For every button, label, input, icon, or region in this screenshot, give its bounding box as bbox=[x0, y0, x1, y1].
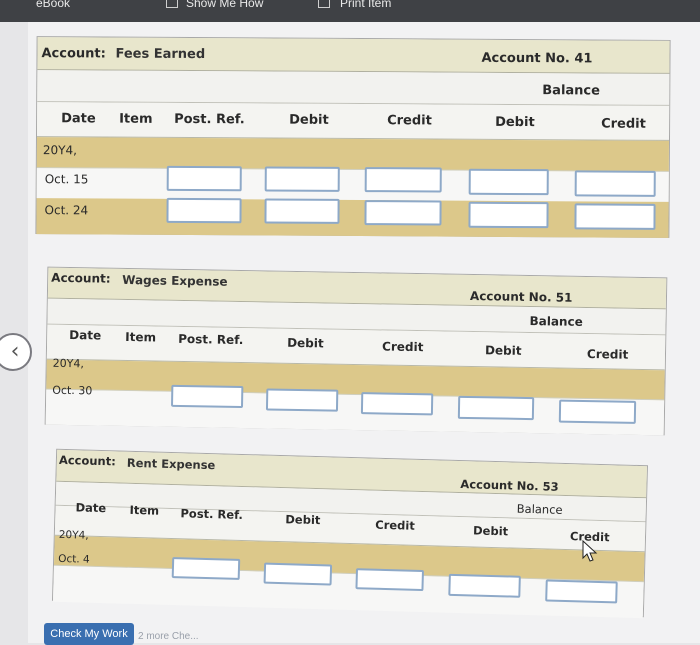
account-name: Fees Earned bbox=[115, 46, 206, 63]
col-item: Item bbox=[119, 111, 153, 127]
col-post-ref: Post. Ref. bbox=[178, 331, 244, 348]
year-label: 20Y4, bbox=[52, 356, 85, 371]
credit-input[interactable] bbox=[364, 167, 442, 193]
check-my-work-button[interactable]: Check My Work bbox=[44, 623, 134, 645]
balance-credit-input[interactable] bbox=[545, 579, 618, 604]
col-debit: Debit bbox=[285, 512, 321, 528]
account-number: Account No. 53 bbox=[460, 477, 559, 494]
col-date: Date bbox=[75, 500, 107, 516]
debit-input[interactable] bbox=[264, 166, 340, 192]
debit-input[interactable] bbox=[265, 388, 339, 412]
balance-debit-input[interactable] bbox=[457, 395, 535, 421]
col-item: Item bbox=[125, 329, 157, 345]
col-credit: Credit bbox=[375, 517, 416, 533]
debit-input[interactable] bbox=[264, 198, 340, 224]
ledger-wages-expense: Account: Wages Expense Account No. 51 Ba… bbox=[44, 266, 668, 436]
credit-input[interactable] bbox=[355, 568, 424, 592]
col-post-ref: Post. Ref. bbox=[174, 111, 245, 128]
balance-header: Balance bbox=[529, 314, 583, 329]
check-my-work-label: Check My Work bbox=[50, 628, 128, 640]
balance-debit-input[interactable] bbox=[448, 573, 521, 598]
col-date: Date bbox=[61, 111, 96, 127]
col-balance-credit: Credit bbox=[586, 347, 629, 362]
col-date: Date bbox=[69, 327, 102, 343]
chevron-left-icon: ‹ bbox=[10, 339, 20, 364]
post-ref-input[interactable] bbox=[166, 165, 242, 192]
account-number: Account No. 41 bbox=[481, 50, 593, 67]
col-credit: Credit bbox=[387, 113, 432, 129]
balance-credit-input[interactable] bbox=[574, 170, 656, 197]
col-item: Item bbox=[129, 502, 160, 518]
ebook-link[interactable]: eBook bbox=[36, 0, 70, 10]
credit-input[interactable] bbox=[364, 200, 442, 226]
post-ref-input[interactable] bbox=[166, 197, 242, 224]
print-icon bbox=[318, 0, 330, 8]
account-number: Account No. 51 bbox=[469, 288, 573, 305]
col-balance-debit: Debit bbox=[495, 114, 535, 131]
row-date: Oct. 4 bbox=[57, 552, 90, 566]
row-date: Oct. 30 bbox=[52, 383, 93, 398]
ledger-fees-earned: Account: Fees Earned Account No. 41 Bala… bbox=[35, 36, 671, 238]
top-toolbar: eBook Show Me How Print Item bbox=[0, 0, 700, 22]
account-label: Account: bbox=[51, 270, 111, 286]
balance-credit-input[interactable] bbox=[558, 399, 637, 424]
balance-debit-input[interactable] bbox=[468, 201, 549, 229]
row-date: Oct. 24 bbox=[44, 203, 89, 218]
balance-debit-input[interactable] bbox=[468, 168, 549, 196]
post-ref-input[interactable] bbox=[170, 384, 244, 409]
more-checks-note: 2 more Che... bbox=[138, 631, 199, 642]
credit-input[interactable] bbox=[360, 392, 434, 416]
post-ref-input[interactable] bbox=[171, 557, 241, 580]
col-debit: Debit bbox=[287, 335, 324, 351]
print-item-link[interactable]: Print Item bbox=[340, 0, 391, 10]
row-date: Oct. 15 bbox=[44, 172, 89, 187]
balance-credit-input[interactable] bbox=[574, 203, 656, 230]
year-label: 20Y4, bbox=[42, 143, 78, 158]
col-balance-debit: Debit bbox=[484, 343, 522, 358]
year-label: 20Y4, bbox=[58, 528, 89, 542]
show-me-how-link[interactable]: Show Me How bbox=[186, 0, 263, 10]
account-label: Account: bbox=[41, 46, 106, 62]
col-balance-credit: Credit bbox=[601, 116, 646, 132]
col-debit: Debit bbox=[289, 112, 329, 128]
balance-header: Balance bbox=[542, 83, 601, 99]
col-credit: Credit bbox=[381, 339, 424, 355]
ledger-rent-expense: Account: Rent Expense Account No. 53 Bal… bbox=[51, 448, 649, 619]
account-name: Rent Expense bbox=[126, 455, 216, 473]
mouse-pointer-icon bbox=[582, 540, 598, 562]
show-me-how-icon bbox=[166, 0, 178, 8]
account-name: Wages Expense bbox=[122, 272, 228, 289]
account-label: Account: bbox=[58, 452, 117, 469]
col-balance-debit: Debit bbox=[472, 523, 509, 539]
col-post-ref: Post. Ref. bbox=[180, 506, 244, 523]
balance-header: Balance bbox=[516, 501, 563, 517]
debit-input[interactable] bbox=[263, 562, 333, 586]
